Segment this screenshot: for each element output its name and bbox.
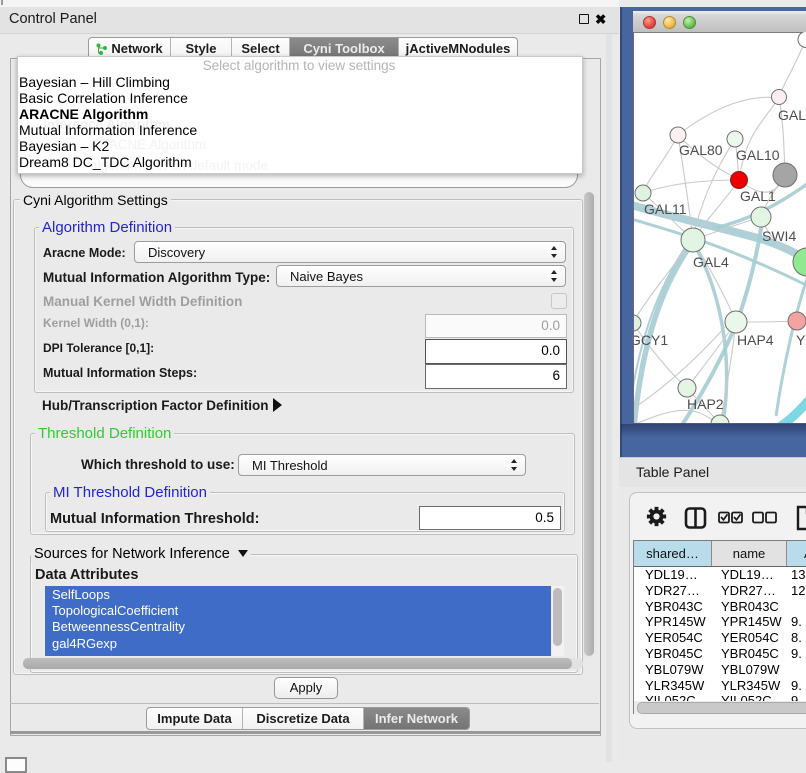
svg-text:GAL7: GAL7: [778, 107, 806, 123]
svg-text:HAP2: HAP2: [687, 396, 724, 412]
svg-text:GAL4: GAL4: [693, 254, 729, 270]
svg-text:GAL1: GAL1: [740, 188, 776, 204]
svg-text:SWI4: SWI4: [762, 228, 796, 244]
svg-text:GAL11: GAL11: [644, 201, 687, 217]
svg-text:GAL10: GAL10: [736, 147, 780, 163]
svg-text:HAP4: HAP4: [737, 332, 774, 348]
svg-text:GCY1: GCY1: [634, 332, 668, 348]
svg-text:Y: Y: [796, 332, 806, 348]
svg-text:GAL80: GAL80: [679, 142, 723, 158]
